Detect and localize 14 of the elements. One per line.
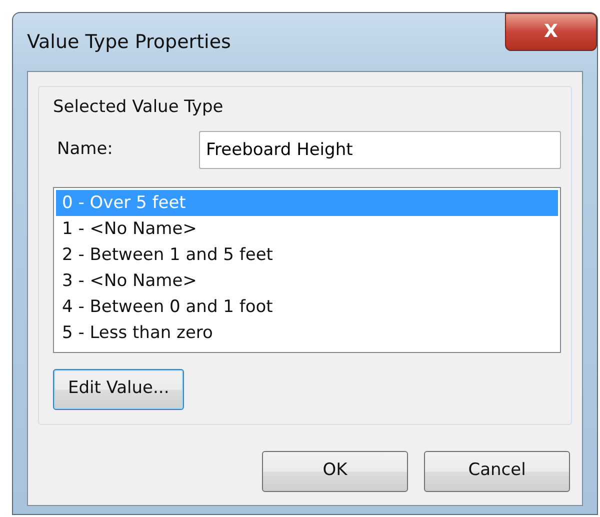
list-item[interactable]: 1 - <No Name> — [56, 216, 558, 242]
group-title: Selected Value Type — [53, 96, 224, 119]
value-list[interactable]: 0 - Over 5 feet 1 - <No Name> 2 - Between 1 and 5 feet 3 - <No Name> 4 - Between 0 and 1 foot 5 - Less than zero — [53, 186, 561, 352]
list-item[interactable]: 2 - Between 1 and 5 feet — [56, 242, 558, 268]
window-title: Value Type Properties — [27, 30, 231, 55]
edit-value-button[interactable]: Edit Value... — [53, 368, 184, 410]
ok-button[interactable]: OK — [262, 450, 408, 492]
close-button[interactable]: X — [505, 13, 597, 51]
name-field[interactable]: Freeboard Height — [199, 130, 561, 168]
list-item[interactable]: 5 - Less than zero — [56, 320, 558, 346]
list-item[interactable]: 3 - <No Name> — [56, 268, 558, 294]
list-item[interactable]: 4 - Between 0 and 1 foot — [56, 294, 558, 320]
cancel-button[interactable]: Cancel — [424, 450, 570, 492]
name-label: Name: — [56, 138, 114, 161]
